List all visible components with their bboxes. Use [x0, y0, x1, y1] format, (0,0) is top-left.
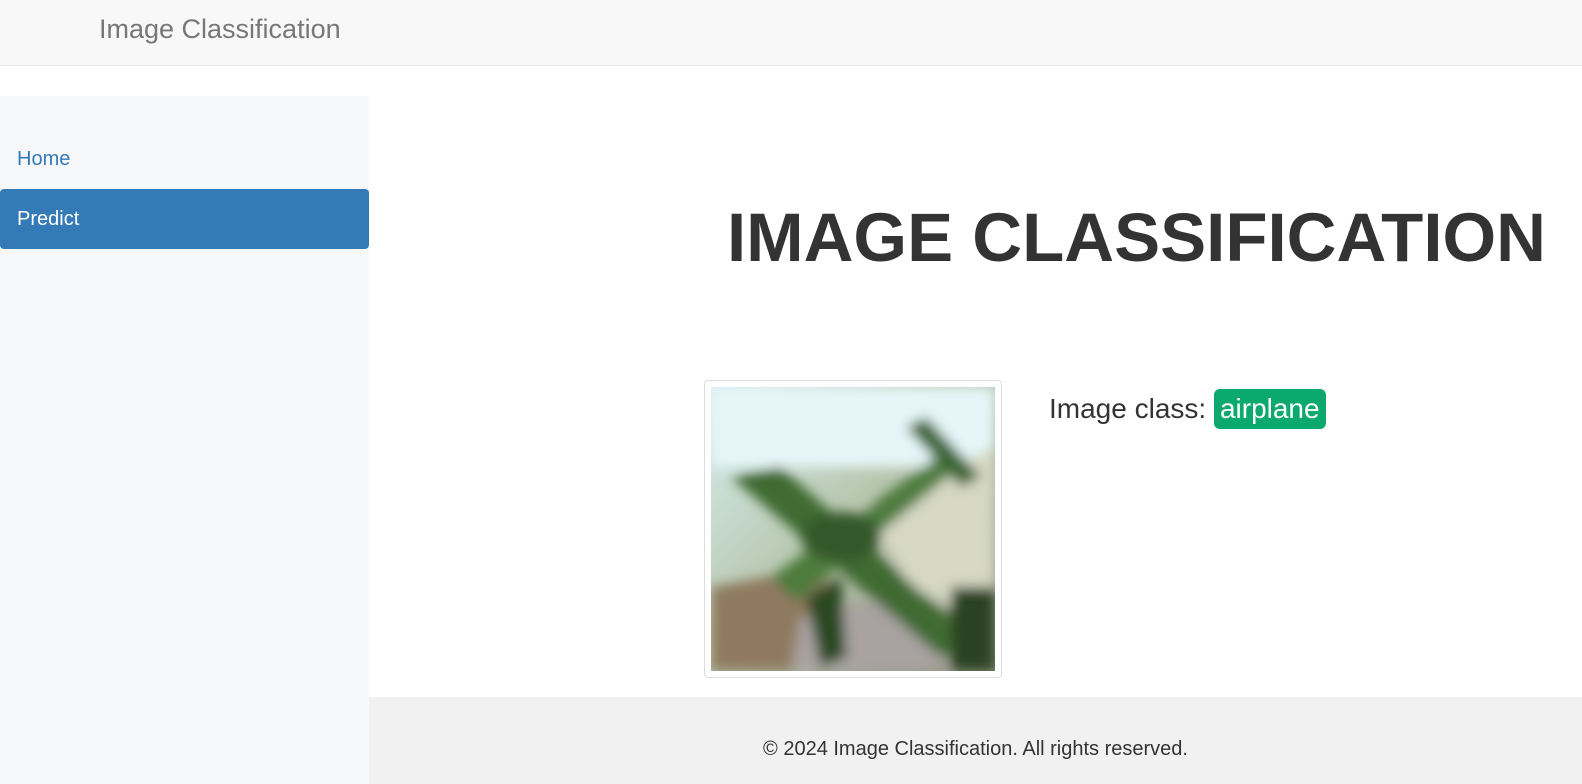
sidebar: Home Predict [0, 96, 369, 784]
sidebar-item-predict[interactable]: Predict [0, 189, 369, 249]
airplane-image [711, 387, 995, 671]
top-navbar: Image Classification [0, 0, 1582, 66]
prediction-result: Image class: airplane [1049, 389, 1326, 429]
result-label: Image class: [1049, 393, 1207, 424]
sidebar-item-home[interactable]: Home [0, 129, 369, 189]
navbar-brand[interactable]: Image Classification [99, 13, 341, 45]
image-thumbnail [704, 380, 1002, 678]
footer: © 2024 Image Classification. All rights … [369, 697, 1582, 784]
page-title: IMAGE CLASSIFICATION [726, 199, 1546, 276]
class-badge: airplane [1213, 389, 1326, 429]
footer-copyright: © 2024 Image Classification. All rights … [763, 738, 1188, 760]
